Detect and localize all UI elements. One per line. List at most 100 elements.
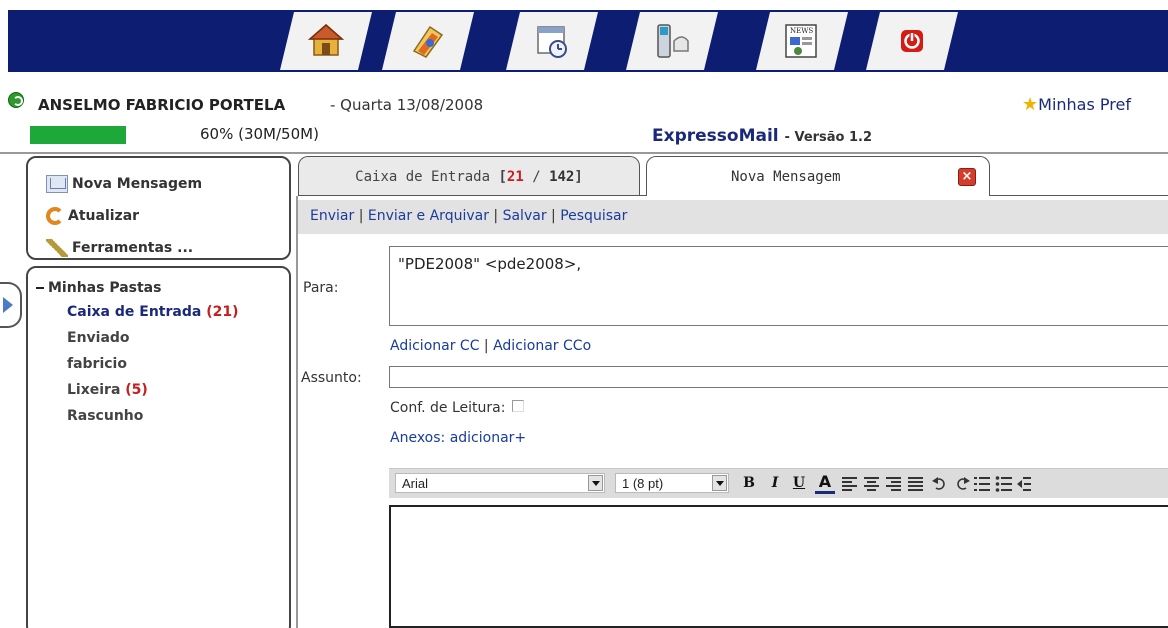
align-left-icon[interactable] [841, 475, 859, 493]
font-color-swatch [815, 491, 835, 494]
folder-label: Lixeira [67, 382, 121, 398]
to-field[interactable]: "PDE2008" <pde2008>, [389, 246, 1168, 326]
separator: | [483, 338, 489, 354]
content-left-border [296, 196, 298, 628]
separator: | [358, 208, 364, 224]
send-and-archive-link[interactable]: Enviar e Arquivar [368, 208, 489, 224]
user-name: ANSELMO FABRICIO PORTELA [38, 96, 286, 114]
add-attachment-link[interactable]: Anexos: adicionar+ [390, 430, 526, 446]
logout-icon [892, 21, 932, 61]
folder-label: Enviado [67, 330, 130, 346]
underline-button[interactable]: U [791, 475, 807, 493]
undo-icon[interactable] [931, 475, 949, 493]
numbered-list-icon[interactable] [973, 475, 991, 493]
close-tab-icon[interactable]: × [958, 168, 976, 186]
star-icon: ★ [1022, 94, 1039, 115]
preferences-label: Minhas Pref [1038, 95, 1131, 114]
bullet-list-icon[interactable] [995, 475, 1013, 493]
tab-inbox-total: 142 [549, 168, 575, 185]
calendar-icon [532, 21, 572, 61]
folders-title[interactable]: Minhas Pastas [36, 280, 289, 296]
logout-button[interactable] [866, 12, 958, 70]
folder-count: (5) [125, 382, 148, 398]
align-right-icon[interactable] [885, 475, 903, 493]
app-name: ExpressoMail [652, 126, 779, 146]
collapse-icon [36, 287, 44, 289]
cc-links: Adicionar CC | Adicionar CCo [390, 338, 591, 354]
font-size-select[interactable]: 1 (8 pt) [615, 473, 729, 493]
folder-count: (21) [206, 304, 239, 320]
home-icon [306, 21, 346, 61]
subject-label: Assunto: [301, 370, 362, 386]
news-icon: NEWS [782, 21, 822, 61]
chevron-down-icon [712, 475, 727, 491]
folders-panel: Minhas Pastas Caixa de Entrada (21) Envi… [26, 266, 291, 628]
outdent-icon[interactable] [1017, 475, 1031, 493]
italic-button[interactable]: I [767, 475, 783, 493]
separator: | [551, 208, 556, 224]
tab-inbox-label: Caixa de Entrada [355, 168, 491, 185]
quota-text: 60% (30M/50M) [200, 125, 319, 143]
message-toolbar: Enviar | Enviar e Arquivar | Salvar | Pe… [298, 200, 1168, 234]
font-color-button[interactable]: A [815, 472, 835, 491]
header-divider [0, 152, 1168, 154]
tools-button[interactable]: Ferramentas ... [46, 232, 289, 264]
add-cco-link[interactable]: Adicionar CCo [493, 338, 591, 354]
actions-panel: Nova Mensagem Atualizar Ferramentas ... [26, 156, 291, 260]
separator: | [493, 208, 499, 224]
news-icon-text: NEWS [790, 27, 813, 35]
folder-inbox[interactable]: Caixa de Entrada (21) [36, 304, 289, 330]
user-info-line: ANSELMO FABRICIO PORTELA - Quarta 13/08/… [0, 92, 1168, 122]
send-link[interactable]: Enviar [310, 208, 354, 224]
align-center-icon[interactable] [863, 475, 881, 493]
tab-inbox[interactable]: Caixa de Entrada [21 / 142] [298, 156, 640, 196]
app-title: ExpressoMail - Versão 1.2 [652, 126, 872, 146]
phone-icon [652, 21, 692, 61]
bold-button[interactable]: B [741, 475, 757, 493]
refresh-label: Atualizar [68, 208, 140, 224]
news-button[interactable]: NEWS [756, 12, 848, 70]
save-link[interactable]: Salvar [503, 208, 547, 224]
new-message-button[interactable]: Nova Mensagem [46, 168, 289, 200]
font-select[interactable]: Arial [395, 473, 605, 493]
folder-label: Caixa de Entrada [67, 304, 202, 320]
folder-label: Rascunho [67, 408, 144, 424]
justify-icon[interactable] [907, 475, 925, 493]
folder-trash[interactable]: Lixeira (5) [36, 382, 289, 408]
redo-icon[interactable] [953, 475, 971, 493]
editor-toolbar: Arial 1 (8 pt) B I U A [389, 468, 1168, 498]
folder-drafts[interactable]: Rascunho [36, 408, 289, 434]
read-receipt-row: Conf. de Leitura: [390, 400, 524, 416]
tools-label: Ferramentas ... [72, 240, 194, 256]
preferences-link[interactable]: ★Minhas Pref [1022, 94, 1131, 115]
phone-button[interactable] [626, 12, 718, 70]
refresh-icon [46, 207, 64, 225]
collapse-sidebar-handle[interactable] [0, 282, 22, 328]
home-button[interactable] [280, 12, 372, 70]
chevron-down-icon [588, 475, 603, 491]
tab-inbox-unread: 21 [506, 168, 524, 185]
new-message-label: Nova Mensagem [72, 176, 203, 192]
online-status-icon [8, 92, 24, 108]
new-message-icon [46, 175, 68, 193]
search-link[interactable]: Pesquisar [560, 208, 627, 224]
active-tab-gap [647, 195, 989, 196]
folder-sent[interactable]: Enviado [36, 330, 289, 356]
message-body-editor[interactable] [389, 505, 1168, 628]
quota-progress-bar [30, 126, 126, 144]
calendar-button[interactable] [506, 12, 598, 70]
read-receipt-checkbox[interactable] [511, 400, 524, 412]
subject-field[interactable] [389, 366, 1168, 388]
folder-fabricio[interactable]: fabricio [36, 356, 289, 382]
wrench-icon [46, 239, 68, 257]
folder-label: fabricio [67, 356, 127, 372]
message-actions: Enviar | Enviar e Arquivar | Salvar | Pe… [310, 208, 627, 224]
tab-new-message[interactable]: Nova Mensagem [646, 156, 990, 196]
top-navigation-bar: NEWS [0, 0, 1168, 80]
font-select-value: Arial [402, 476, 429, 491]
addressbook-button[interactable] [382, 12, 474, 70]
add-cc-link[interactable]: Adicionar CC [390, 338, 479, 354]
tab-inbox-sep: / [532, 168, 541, 185]
tab-new-message-label: Nova Mensagem [731, 168, 841, 185]
refresh-button[interactable]: Atualizar [46, 200, 289, 232]
